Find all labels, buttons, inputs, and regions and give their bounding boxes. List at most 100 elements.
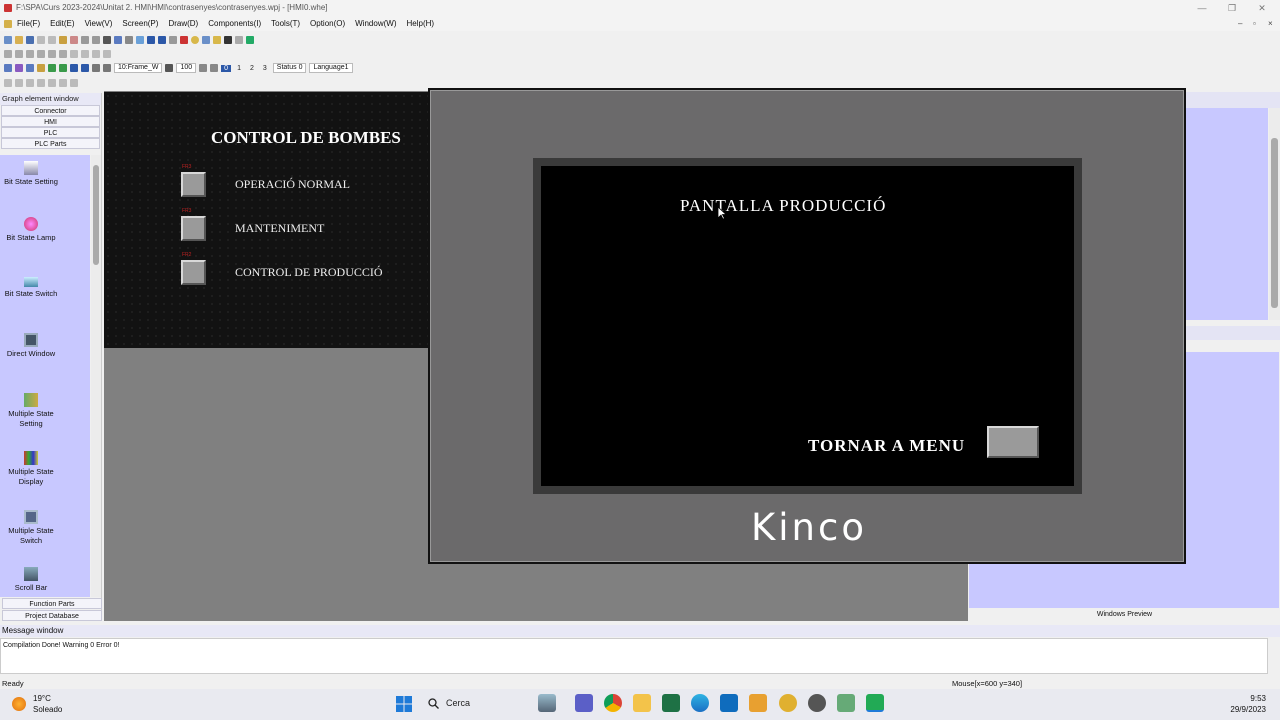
window-icon[interactable] [81,64,89,72]
ellipse-icon[interactable] [191,36,199,44]
same-width-icon[interactable] [70,50,78,58]
part-multiple-state-display[interactable]: Multiple State Display [0,451,62,487]
menu-screen[interactable]: Screen(P) [117,16,163,31]
chrome-icon[interactable] [604,694,622,712]
status-select[interactable]: Status 0 [272,63,307,73]
align-center-icon[interactable] [15,50,23,58]
app-icon-orange[interactable] [749,694,767,712]
tab-project-database[interactable]: Project Database [2,610,102,621]
close-button[interactable]: ✕ [1247,0,1277,16]
zoom-out-icon[interactable] [210,64,219,72]
paste-icon[interactable] [59,36,67,44]
pointer-icon[interactable] [158,36,166,44]
cut-icon[interactable] [37,36,45,44]
group-icon[interactable] [92,50,100,58]
part-bit-state-switch[interactable]: Bit State Switch [0,277,62,299]
simulate-icon[interactable] [136,36,144,44]
align-right-icon[interactable] [26,50,34,58]
right-scrollbar[interactable] [1269,108,1280,320]
zoom-select[interactable]: 100 [176,63,197,73]
scrollbar-thumb[interactable] [93,165,99,265]
category-hmi[interactable]: HMI [1,116,100,127]
bitmap-icon[interactable] [246,36,254,44]
app-menu-icon[interactable] [4,20,12,28]
menu-window[interactable]: Window(W) [350,16,401,31]
restore-button[interactable]: ❐ [1217,0,1247,16]
menu-file[interactable]: File(F) [12,16,45,31]
bit-lamp-icon[interactable] [15,64,23,72]
text-align-center-icon[interactable] [37,79,45,87]
text-icon[interactable] [224,36,232,44]
redo-icon[interactable] [92,36,100,44]
mdi-restore-button[interactable]: ▫ [1253,16,1256,31]
open-icon[interactable] [15,36,23,44]
scrollbar-thumb[interactable] [1271,138,1278,308]
bit-switch-icon[interactable] [26,64,34,72]
parts-scrollbar[interactable] [91,155,101,597]
mdi-minimize-button[interactable]: – [1238,16,1242,31]
weather-desc[interactable]: Soleado [33,705,62,714]
hmi-screen[interactable]: PANTALLA PRODUCCIÓ TORNAR A MENU [541,166,1074,486]
manteniment-button[interactable] [181,216,206,241]
settings-icon[interactable] [779,694,797,712]
menu-tools[interactable]: Tools(T) [266,16,305,31]
menu-option[interactable]: Option(O) [305,16,350,31]
category-plc-parts[interactable]: PLC Parts [1,138,100,149]
number-icon[interactable] [48,64,56,72]
function-icon[interactable] [70,64,78,72]
category-connector[interactable]: Connector [1,105,100,116]
state-0-button[interactable]: 0 [221,64,232,72]
operacio-normal-button[interactable] [181,172,206,197]
menu-view[interactable]: View(V) [80,16,118,31]
rectangle-icon[interactable] [180,36,188,44]
menu-help[interactable]: Help(H) [402,16,440,31]
excel-icon[interactable] [662,694,680,712]
state-3-button[interactable]: 3 [260,65,270,72]
bit-setting-icon[interactable] [4,64,12,72]
windows-preview-tab[interactable]: Windows Preview [969,609,1280,621]
fill-color-icon[interactable] [70,79,78,87]
file-explorer-icon[interactable] [633,694,651,712]
minimize-button[interactable]: — [1187,0,1217,16]
frame-select[interactable]: 10:Frame_W [114,63,163,73]
italic-icon[interactable] [15,79,23,87]
align-middle-icon[interactable] [48,50,56,58]
align-top-icon[interactable] [37,50,45,58]
app-icon-landscape[interactable] [538,694,556,712]
compile-icon[interactable] [114,36,122,44]
control-produccio-button[interactable] [181,260,206,285]
outlook-icon[interactable] [720,694,738,712]
copy-icon[interactable] [48,36,56,44]
line-icon[interactable] [169,36,177,44]
font-color-icon[interactable] [59,79,67,87]
download-icon[interactable] [125,36,133,44]
online-icon[interactable] [147,36,155,44]
word-icon[interactable] [37,64,45,72]
table-icon[interactable] [235,36,243,44]
part-multiple-state-switch[interactable]: Multiple State Switch [0,510,62,546]
state-1-button[interactable]: 1 [234,65,244,72]
undo-icon[interactable] [81,36,89,44]
taskbar-time[interactable]: 9:53 [1244,694,1266,703]
new-icon[interactable] [4,36,12,44]
back-to-menu-button[interactable] [987,426,1039,458]
polygon-icon[interactable] [202,36,210,44]
align-left-icon[interactable] [4,50,12,58]
bold-icon[interactable] [4,79,12,87]
delete-icon[interactable] [70,36,78,44]
arc-icon[interactable] [213,36,221,44]
edge-icon[interactable] [691,694,709,712]
text-align-left-icon[interactable] [26,79,34,87]
find-icon[interactable] [103,36,111,44]
part-multiple-state-setting[interactable]: Multiple State Setting [0,393,62,429]
same-height-icon[interactable] [81,50,89,58]
taskbar-search[interactable]: Cerca [446,698,470,708]
hmi0-screen[interactable]: CONTROL DE BOMBES FR3 OPERACIÓ NORMAL FR… [104,92,428,348]
part-bit-state-lamp[interactable]: Bit State Lamp [0,217,62,243]
menu-edit[interactable]: Edit(E) [45,16,79,31]
part-bit-state-setting[interactable]: Bit State Setting [0,161,62,187]
alarm-icon[interactable] [103,64,111,72]
save-icon[interactable] [26,36,34,44]
windows-start-icon[interactable] [396,696,412,712]
zoom-in-icon[interactable] [199,64,208,72]
